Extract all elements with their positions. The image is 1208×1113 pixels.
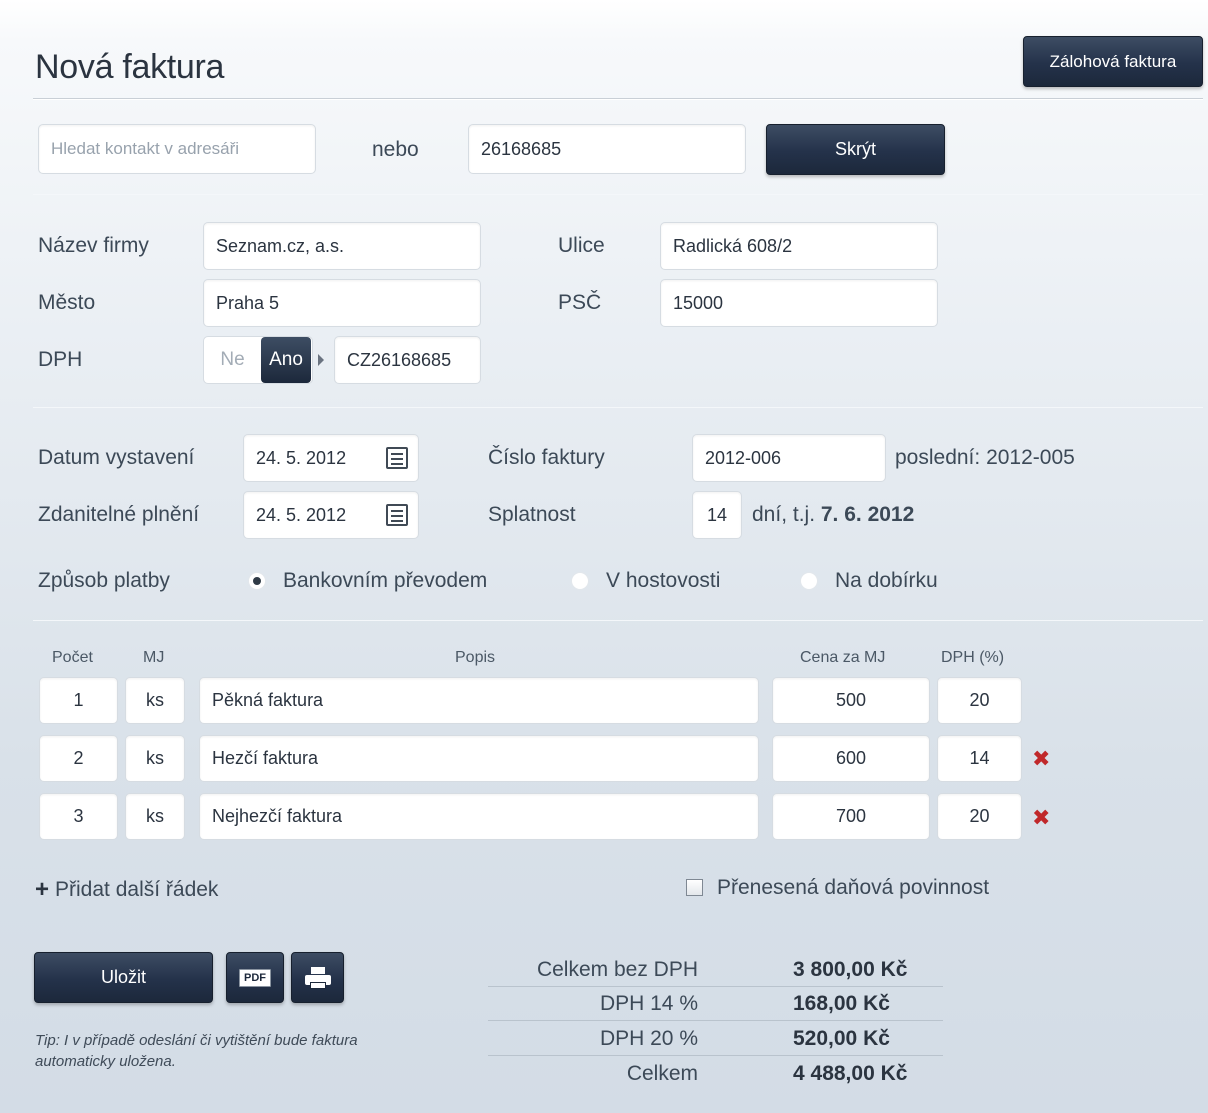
- vat-yes-option[interactable]: Ano: [261, 337, 311, 383]
- item-vat-input[interactable]: 20: [937, 793, 1022, 840]
- pdf-button[interactable]: PDF: [226, 952, 284, 1003]
- calendar-icon[interactable]: [386, 504, 408, 526]
- city-input[interactable]: Praha 5: [203, 279, 481, 327]
- due-date-value: 7. 6. 2012: [820, 503, 915, 526]
- item-vat-input[interactable]: 20: [937, 677, 1022, 724]
- pdf-icon: PDF: [239, 968, 271, 987]
- company-name-label: Název firmy: [38, 234, 149, 257]
- calendar-icon[interactable]: [386, 447, 408, 469]
- item-unit-input[interactable]: ks: [125, 793, 185, 840]
- save-button[interactable]: Uložit: [34, 952, 213, 1003]
- due-days-input[interactable]: 14: [692, 491, 742, 539]
- caret-right-icon: [318, 354, 324, 366]
- due-text-prefix: dní, t.j.: [752, 503, 816, 526]
- section-divider: [33, 407, 1203, 408]
- summary-total-label: Celkem: [626, 1062, 698, 1085]
- item-unit-input[interactable]: ks: [125, 677, 185, 724]
- item-count-input[interactable]: 2: [39, 735, 118, 782]
- vat-number-input[interactable]: CZ26168685: [334, 336, 481, 384]
- payment-method-label: Způsob platby: [38, 569, 170, 592]
- zip-label: PSČ: [558, 291, 602, 314]
- ico-input[interactable]: 26168685: [468, 124, 746, 174]
- advance-invoice-button[interactable]: Zálohová faktura: [1023, 36, 1203, 87]
- company-name-input[interactable]: Seznam.cz, a.s.: [203, 222, 481, 270]
- title-divider: [33, 98, 1203, 100]
- item-description-input[interactable]: Hezčí faktura: [199, 735, 759, 782]
- item-price-input[interactable]: 500: [772, 677, 930, 724]
- or-label: nebo: [372, 138, 419, 161]
- summary-label: DPH 14 %: [599, 992, 698, 1015]
- add-row-label: Přidat další řádek: [55, 878, 219, 901]
- last-invoice-text: poslední: 2012-005: [895, 446, 1075, 469]
- option-cash[interactable]: V hostovosti: [606, 569, 720, 593]
- taxable-date-value: 24. 5. 2012: [256, 504, 347, 525]
- summary-divider: [488, 1020, 943, 1021]
- option-bank-transfer[interactable]: Bankovním převodem: [283, 569, 487, 593]
- taxable-date-input[interactable]: 24. 5. 2012: [243, 491, 419, 539]
- due-text: dní, t.j. 7. 6. 2012: [752, 503, 914, 527]
- vat-toggle[interactable]: Ne Ano: [203, 336, 313, 384]
- summary-divider: [488, 986, 943, 987]
- col-vat-header: DPH (%): [941, 649, 1005, 666]
- summary-value: 3 800,00 Kč: [793, 958, 908, 981]
- save-tip: Tip: I v případě odeslání či vytištění b…: [35, 1032, 358, 1070]
- add-row-link[interactable]: + Přidat další řádek: [35, 876, 218, 904]
- invoice-number-label: Číslo faktury: [488, 446, 605, 469]
- item-description-input[interactable]: Nejhezčí faktura: [199, 793, 759, 840]
- col-description-header: Popis: [455, 649, 496, 666]
- col-unit-header: MJ: [143, 649, 165, 666]
- search-placeholder: Hledat kontakt v adresáři: [51, 139, 240, 158]
- page-title: Nová faktura: [35, 48, 225, 86]
- item-description-input[interactable]: Pěkná faktura: [199, 677, 759, 724]
- radio-cash[interactable]: [571, 572, 589, 590]
- summary-value: 520,00 Kč: [793, 1027, 890, 1050]
- item-price-input[interactable]: 600: [772, 735, 930, 782]
- reverse-charge-label: Přenesená daňová povinnost: [717, 876, 990, 899]
- vat-no-option[interactable]: Ne: [204, 337, 261, 383]
- issue-date-value: 24. 5. 2012: [256, 447, 347, 468]
- street-label: Ulice: [558, 234, 605, 257]
- issue-date-label: Datum vystavení: [38, 446, 195, 469]
- summary-label: Celkem bez DPH: [536, 958, 698, 981]
- item-vat-input[interactable]: 14: [937, 735, 1022, 782]
- summary-value: 168,00 Kč: [793, 992, 890, 1015]
- section-divider: [33, 620, 1203, 621]
- due-label: Splatnost: [488, 503, 576, 526]
- col-price-header: Cena za MJ: [800, 649, 886, 666]
- zip-input[interactable]: 15000: [660, 279, 938, 327]
- delete-row-icon[interactable]: ✖: [1032, 746, 1050, 772]
- summary-total-value: 4 488,00 Kč: [793, 1062, 908, 1085]
- item-count-input[interactable]: 1: [39, 677, 118, 724]
- issue-date-input[interactable]: 24. 5. 2012: [243, 434, 419, 482]
- option-cash-on-delivery[interactable]: Na dobírku: [835, 569, 938, 593]
- section-divider: [33, 194, 1203, 195]
- delete-row-icon[interactable]: ✖: [1032, 805, 1050, 831]
- vat-label: DPH: [38, 348, 83, 371]
- item-unit-input[interactable]: ks: [125, 735, 185, 782]
- printer-icon: [304, 966, 331, 989]
- summary-divider: [488, 1055, 943, 1056]
- taxable-date-label: Zdanitelné plnění: [38, 503, 200, 526]
- plus-icon: +: [35, 876, 50, 903]
- hide-button[interactable]: Skrýt: [766, 124, 945, 175]
- radio-cash-on-delivery[interactable]: [800, 572, 818, 590]
- summary-label: DPH 20 %: [599, 1027, 698, 1050]
- invoice-number-input[interactable]: 2012-006: [692, 434, 886, 482]
- contact-search-input[interactable]: Hledat kontakt v adresáři: [38, 124, 316, 174]
- col-count-header: Počet: [52, 649, 93, 666]
- city-label: Město: [38, 291, 96, 314]
- print-button[interactable]: [291, 952, 344, 1003]
- item-count-input[interactable]: 3: [39, 793, 118, 840]
- item-price-input[interactable]: 700: [772, 793, 930, 840]
- reverse-charge-checkbox[interactable]: [686, 879, 703, 896]
- street-input[interactable]: Radlická 608/2: [660, 222, 938, 270]
- radio-bank-transfer[interactable]: [248, 572, 266, 590]
